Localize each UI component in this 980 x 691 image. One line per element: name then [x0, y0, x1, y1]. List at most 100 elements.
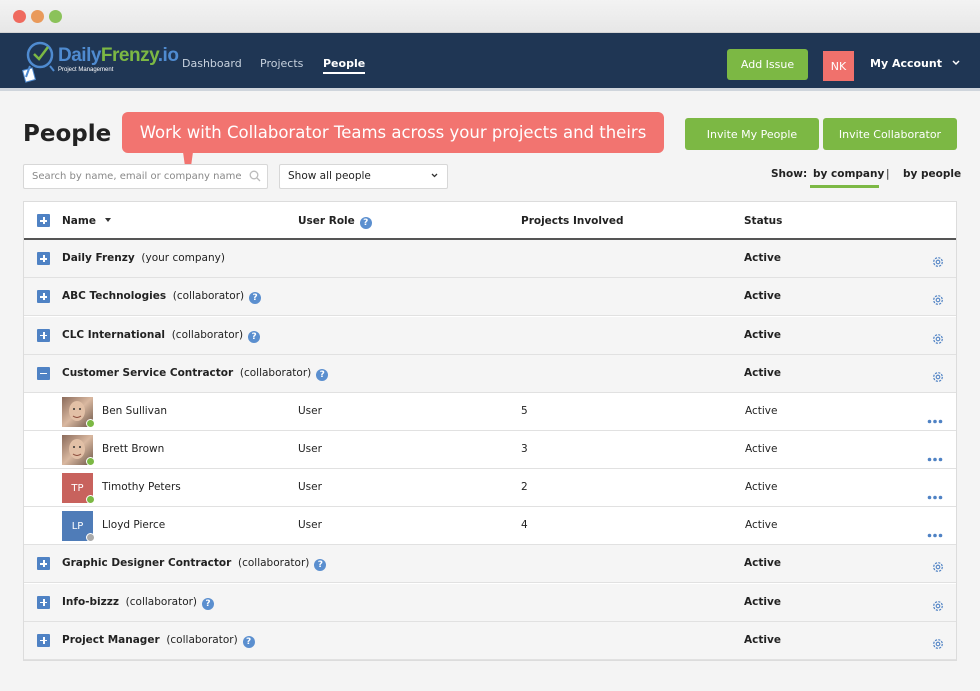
chevron-down-icon	[431, 173, 438, 178]
people-filter-select[interactable]: Show all people	[279, 164, 448, 189]
expand-icon[interactable]	[37, 252, 50, 265]
person-row[interactable]: Ben Sullivan User 5 Active	[24, 393, 956, 432]
expand-icon[interactable]	[37, 633, 50, 647]
gear-icon[interactable]	[932, 368, 944, 382]
top-navbar: DailyFrenzy.io Project Management Dashbo…	[0, 33, 980, 91]
show-by-people-tab[interactable]: by people	[903, 168, 961, 180]
help-icon[interactable]: ?	[242, 635, 255, 648]
column-header-projects: Projects Involved	[521, 215, 624, 227]
gear-icon[interactable]	[932, 597, 944, 611]
person-projects-count: 5	[521, 405, 528, 418]
help-icon[interactable]: ?	[316, 368, 329, 381]
person-name[interactable]: Timothy Peters	[102, 481, 181, 493]
person-row[interactable]: Brett Brown User 3 Active	[24, 431, 956, 470]
user-avatar[interactable]: NK	[823, 51, 854, 81]
invite-collaborator-button[interactable]: Invite Collaborator	[823, 118, 957, 150]
person-name[interactable]: Brett Brown	[102, 443, 164, 455]
person-row[interactable]: TP Timothy Peters User 2 Active	[24, 469, 956, 508]
collapse-icon[interactable]	[37, 366, 50, 380]
expand-icon[interactable]	[37, 290, 50, 304]
company-name-text: Daily Frenzy	[62, 252, 135, 264]
company-name-text: CLC International	[62, 328, 166, 341]
company-status: Active	[744, 290, 781, 303]
help-icon[interactable]: ?	[314, 559, 327, 572]
company-row[interactable]: Daily Frenzy (your company) Active	[24, 240, 956, 278]
person-role: User	[298, 443, 322, 456]
gear-icon[interactable]	[932, 291, 944, 306]
page-title: People	[23, 121, 112, 147]
more-options-icon[interactable]	[927, 485, 943, 500]
help-icon[interactable]: ?	[249, 292, 262, 305]
person-role: User	[298, 481, 322, 494]
person-projects-count: 2	[521, 481, 528, 494]
person-status: Active	[745, 405, 778, 418]
company-name: Info-bizzz (collaborator)?	[62, 595, 215, 610]
clock-logo-icon	[22, 41, 55, 83]
people-table: Name User Role? Projects Involved Status…	[23, 201, 957, 661]
expand-icon[interactable]	[37, 595, 50, 609]
add-issue-button[interactable]: Add Issue	[727, 49, 808, 80]
invite-my-people-button[interactable]: Invite My People	[685, 118, 819, 150]
gear-icon[interactable]	[932, 558, 944, 573]
search-input[interactable]: Search by name, email or company name	[23, 164, 268, 189]
table-header: Name User Role? Projects Involved Status	[24, 202, 956, 240]
expand-all-icon[interactable]	[37, 214, 50, 227]
help-icon[interactable]: ?	[202, 597, 215, 610]
company-type: (collaborator)	[238, 557, 310, 570]
window-minimize-button[interactable]	[31, 10, 44, 23]
nav-dashboard[interactable]: Dashboard	[182, 57, 242, 70]
company-name-text: Customer Service Contractor	[62, 366, 234, 379]
company-row[interactable]: Project Manager (collaborator)? Active	[24, 621, 956, 660]
more-options-icon[interactable]	[927, 447, 943, 462]
column-user-role-label: User Role	[298, 215, 355, 227]
company-name: Graphic Designer Contractor (collaborato…	[62, 557, 327, 572]
column-header-status: Status	[744, 215, 783, 227]
gear-icon[interactable]	[932, 635, 944, 649]
more-options-icon[interactable]	[927, 523, 943, 538]
company-name: Daily Frenzy (your company)	[62, 252, 225, 264]
person-name[interactable]: Lloyd Pierce	[102, 519, 165, 531]
person-projects-count: 3	[521, 443, 528, 456]
company-name-text: ABC Technologies	[62, 290, 167, 303]
gear-icon[interactable]	[932, 330, 944, 344]
logo-part-daily: Daily	[58, 45, 101, 66]
company-row[interactable]: Graphic Designer Contractor (collaborato…	[24, 545, 956, 584]
person-name[interactable]: Ben Sullivan	[102, 405, 167, 417]
column-name-label: Name	[62, 215, 96, 227]
person-role: User	[298, 519, 322, 532]
help-icon[interactable]: ?	[248, 330, 261, 343]
my-account-label: My Account	[870, 57, 942, 70]
window-maximize-button[interactable]	[49, 10, 62, 23]
company-name: CLC International (collaborator)?	[62, 328, 261, 343]
logo[interactable]: DailyFrenzy.io Project Management	[22, 37, 179, 87]
window-close-button[interactable]	[13, 10, 26, 23]
more-options-icon[interactable]	[927, 409, 943, 424]
show-by-company-tab[interactable]: by company	[813, 168, 884, 180]
company-status: Active	[744, 557, 781, 570]
company-type: (your company)	[141, 252, 225, 264]
person-projects-count: 4	[521, 519, 528, 532]
help-icon[interactable]: ?	[359, 217, 372, 229]
my-account-menu[interactable]: My Account	[870, 57, 960, 70]
company-status: Active	[744, 328, 781, 341]
expand-icon[interactable]	[37, 328, 50, 342]
company-row[interactable]: Customer Service Contractor (collaborato…	[24, 354, 956, 393]
show-label: Show:	[771, 168, 808, 180]
person-row[interactable]: LP Lloyd Pierce User 4 Active	[24, 507, 956, 546]
company-type: (collaborator)	[172, 290, 245, 303]
nav-people[interactable]: People	[323, 57, 366, 74]
nav-projects[interactable]: Projects	[260, 57, 303, 70]
expand-icon[interactable]	[37, 557, 50, 571]
company-type: (collaborator)	[166, 633, 238, 646]
column-header-name[interactable]: Name	[62, 215, 112, 227]
company-row[interactable]: Info-bizzz (collaborator)? Active	[24, 583, 956, 622]
logo-part-frenzy: Frenzy	[100, 45, 158, 66]
company-name-text: Project Manager	[62, 633, 160, 646]
company-name: Customer Service Contractor (collaborato…	[62, 366, 329, 381]
logo-part-io: .io	[157, 45, 179, 66]
callout-tooltip: Work with Collaborator Teams across your…	[122, 112, 664, 153]
company-row[interactable]: CLC International (collaborator)? Active	[24, 316, 956, 355]
company-type: (collaborator)	[125, 595, 198, 608]
company-row[interactable]: ABC Technologies (collaborator)? Active	[24, 278, 956, 317]
gear-icon[interactable]	[932, 253, 944, 267]
